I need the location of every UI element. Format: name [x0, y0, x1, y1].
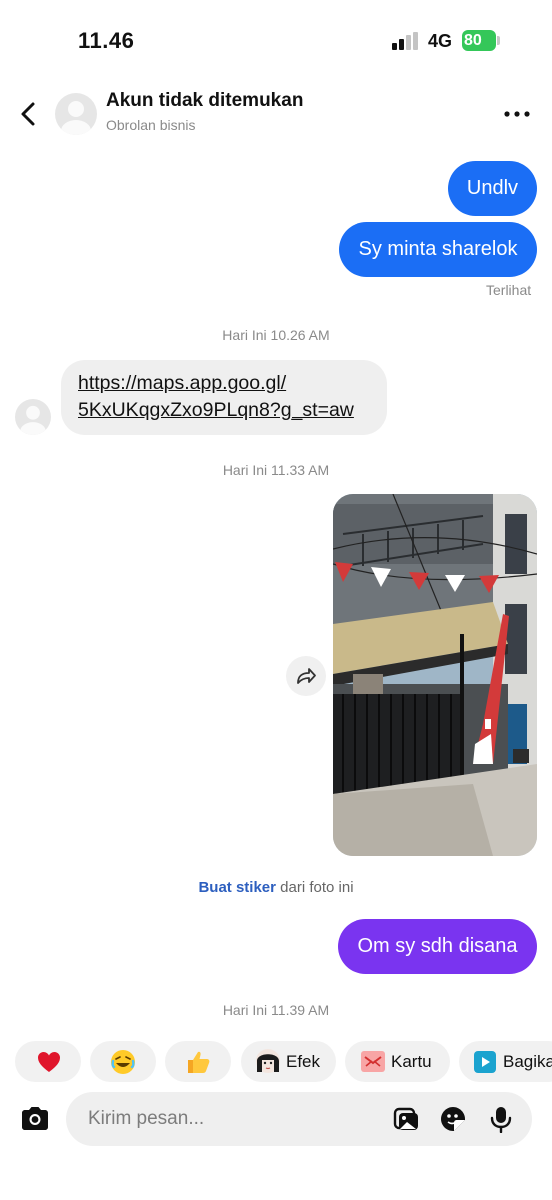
- sender-avatar[interactable]: [15, 399, 51, 435]
- chat-header: Akun tidak ditemukan Obrolan bisnis: [0, 82, 552, 146]
- timestamp: Hari Ini 11.39 AM: [222, 1002, 330, 1018]
- effects-label: Efek: [286, 1052, 321, 1071]
- contact-name[interactable]: Akun tidak ditemukan: [106, 90, 303, 112]
- quick-reaction-laugh[interactable]: [90, 1041, 156, 1082]
- share-arrow-icon: [297, 668, 316, 684]
- share-photo-button[interactable]: [286, 656, 326, 696]
- back-arrow-icon[interactable]: [14, 98, 44, 130]
- message-bubble-outgoing[interactable]: Sy minta sharelok: [339, 222, 537, 277]
- thumbs-up-icon: [188, 1051, 210, 1073]
- chat-type-label: Obrolan bisnis: [106, 117, 196, 133]
- camera-icon[interactable]: [18, 1102, 52, 1136]
- effects-button[interactable]: Efek: [241, 1041, 336, 1082]
- timestamp: Hari Ini 11.33 AM: [222, 462, 330, 478]
- share-label: Bagika: [503, 1052, 552, 1071]
- timestamp: Hari Ini 10.26 AM: [222, 327, 330, 343]
- message-bubble-outgoing[interactable]: Undlv: [448, 161, 537, 216]
- house-photo-image: [333, 494, 537, 856]
- cellular-signal-icon: [392, 32, 418, 50]
- effects-avatar-icon: [256, 1049, 280, 1073]
- gallery-icon[interactable]: [392, 1105, 420, 1133]
- shared-photo[interactable]: [333, 494, 537, 856]
- microphone-icon[interactable]: [487, 1105, 515, 1133]
- default-user-icon: [61, 101, 91, 135]
- status-bar: 11.46 4G 80: [0, 0, 552, 80]
- card-icon: [361, 1051, 385, 1072]
- message-bubble-outgoing[interactable]: Om sy sdh disana: [338, 919, 537, 974]
- map-link-line-1[interactable]: https://maps.app.goo.gl/: [78, 370, 370, 397]
- battery-tip-icon: [497, 36, 500, 45]
- create-sticker-link[interactable]: Buat stiker: [198, 879, 276, 896]
- contact-avatar[interactable]: [55, 93, 97, 135]
- heart-icon: [38, 1052, 60, 1072]
- default-user-icon: [20, 405, 46, 435]
- quick-reaction-thumbs-up[interactable]: [165, 1041, 231, 1082]
- laughing-icon: [111, 1050, 135, 1074]
- network-type: 4G: [428, 31, 453, 51]
- quick-reaction-heart[interactable]: [15, 1041, 81, 1082]
- message-bubble-incoming-link[interactable]: https://maps.app.goo.gl/ 5KxUKqgxZxo9PLq…: [61, 360, 387, 435]
- card-label: Kartu: [391, 1052, 432, 1071]
- share-play-icon: [474, 1051, 496, 1073]
- sticker-icon[interactable]: [439, 1105, 467, 1133]
- status-time: 11.46: [78, 28, 135, 53]
- seen-status: Terlihat: [486, 282, 532, 298]
- battery-level: 80: [462, 30, 496, 51]
- map-link-line-2[interactable]: 5KxUKqgxZxo9PLqn8?g_st=aw: [78, 397, 370, 424]
- share-button[interactable]: Bagika: [459, 1041, 552, 1082]
- card-button[interactable]: Kartu: [345, 1041, 450, 1082]
- more-options-icon[interactable]: [500, 102, 534, 126]
- message-composer: [66, 1092, 532, 1146]
- create-sticker-prompt: Buat stiker dari foto ini: [0, 879, 552, 896]
- message-input[interactable]: [88, 1092, 368, 1146]
- create-sticker-text: dari foto ini: [275, 879, 354, 896]
